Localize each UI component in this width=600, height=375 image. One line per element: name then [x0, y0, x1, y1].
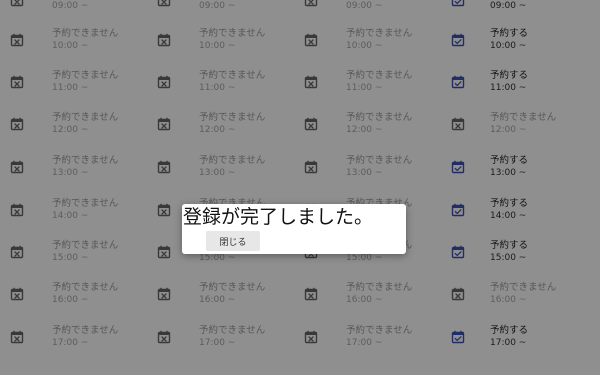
registration-complete-dialog: 登録が完了しました。 閉じる — [182, 204, 406, 254]
dialog-message: 登録が完了しました。 — [183, 206, 374, 228]
modal-backdrop[interactable] — [0, 0, 600, 375]
close-button[interactable]: 閉じる — [206, 231, 260, 251]
